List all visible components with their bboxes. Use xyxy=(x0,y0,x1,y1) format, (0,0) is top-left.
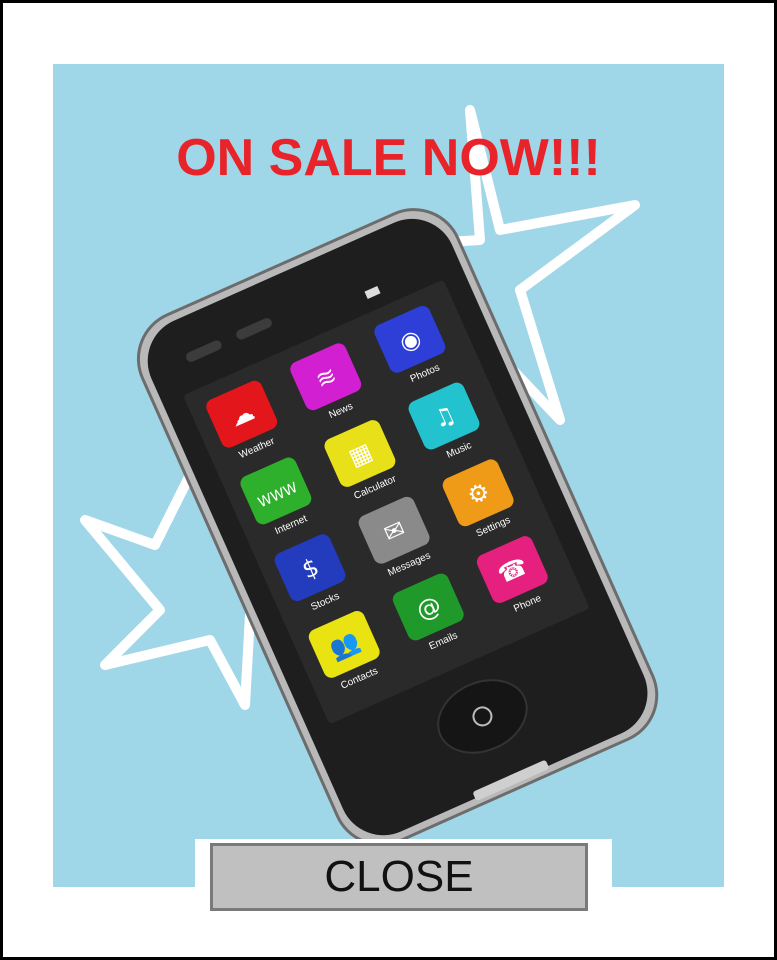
sale-headline: ON SALE NOW!!! xyxy=(176,129,601,187)
close-button[interactable]: CLOSE xyxy=(210,843,588,911)
smartphone: ☁Weather≋News◉PhotosWWWInternet▦Calculat… xyxy=(136,208,659,846)
